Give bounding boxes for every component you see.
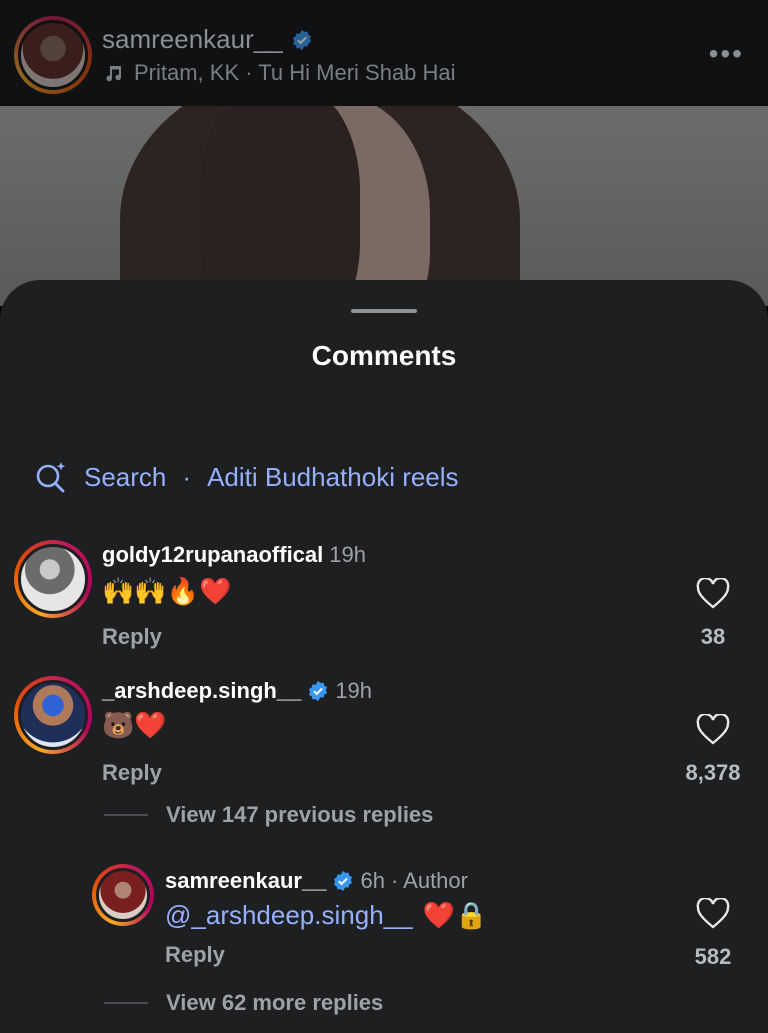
drag-handle[interactable] — [351, 309, 417, 313]
author-label: · Author — [390, 868, 468, 893]
reply-emoji: ❤️🔒 — [422, 900, 488, 930]
song-text: Pritam, KK · Tu Hi Meri Shab Hai — [134, 60, 456, 85]
comment-time: 19h — [329, 542, 366, 567]
verified-icon — [309, 680, 328, 702]
commenter-avatar[interactable] — [14, 676, 92, 754]
more-options-icon[interactable]: ••• — [709, 38, 744, 70]
like-count: 582 — [694, 944, 732, 969]
thread-rule — [104, 814, 148, 816]
heart-icon[interactable] — [696, 714, 730, 746]
reply-text: @_arshdeep.singh__ ❤️🔒 — [165, 900, 487, 931]
view-more-text: View 62 more replies — [166, 990, 384, 1015]
like-count: 8,378 — [685, 760, 741, 785]
reply-header: samreenkaur__ 6h · Author — [165, 868, 468, 894]
verified-icon — [334, 870, 353, 892]
like-count: 38 — [700, 624, 726, 649]
view-previous-replies[interactable]: View 147 previous replies — [104, 802, 433, 828]
poster-avatar[interactable] — [14, 16, 92, 94]
video-figure-hair-side — [200, 106, 360, 306]
comment-text: 🐻❤️ — [102, 710, 167, 740]
comment-header: _arshdeep.singh__ 19h — [102, 678, 372, 704]
replier-avatar[interactable] — [92, 864, 154, 926]
heart-icon[interactable] — [696, 578, 730, 610]
comment-username[interactable]: _arshdeep.singh__ — [102, 678, 301, 704]
reel-header: samreenkaur__ Pritam, KK · Tu Hi Meri Sh… — [0, 0, 768, 106]
music-note-icon — [106, 66, 121, 82]
search-suggestion[interactable]: Search · Aditi Budhathoki reels — [34, 460, 459, 494]
search-separator: · — [182, 461, 192, 492]
poster-username[interactable]: samreenkaur__ — [102, 24, 313, 55]
poster-username-text: samreenkaur__ — [102, 24, 283, 54]
heart-icon[interactable] — [696, 898, 730, 930]
mention-link[interactable]: @_arshdeep.singh__ — [165, 900, 413, 931]
search-query: Aditi Budhathoki reels — [207, 461, 459, 492]
verified-icon — [292, 29, 311, 50]
reply-time: 6h — [360, 868, 385, 893]
comments-title: Comments — [311, 340, 457, 371]
comment-text: 🙌🙌🔥❤️ — [102, 576, 232, 606]
reply-button[interactable]: Reply — [102, 760, 162, 786]
reply-username[interactable]: samreenkaur__ — [165, 868, 326, 894]
search-sparkle-icon — [36, 462, 66, 493]
comment-username[interactable]: goldy12rupanaoffical — [102, 542, 323, 568]
comment-time: 19h — [335, 678, 373, 703]
comment-header: goldy12rupanaoffical 19h — [102, 542, 366, 568]
reply-button[interactable]: Reply — [165, 942, 225, 968]
view-previous-text: View 147 previous replies — [166, 802, 434, 827]
commenter-avatar[interactable] — [14, 540, 92, 618]
reel-video[interactable] — [0, 106, 768, 306]
thread-rule — [104, 1002, 148, 1004]
reply-button[interactable]: Reply — [102, 624, 162, 650]
song-info[interactable]: Pritam, KK · Tu Hi Meri Shab Hai — [104, 60, 456, 86]
search-label: Search — [84, 461, 167, 492]
comments-sheet: Comments Search · Aditi Budhathoki reels… — [0, 280, 768, 1033]
view-more-replies[interactable]: View 62 more replies — [104, 990, 383, 1016]
